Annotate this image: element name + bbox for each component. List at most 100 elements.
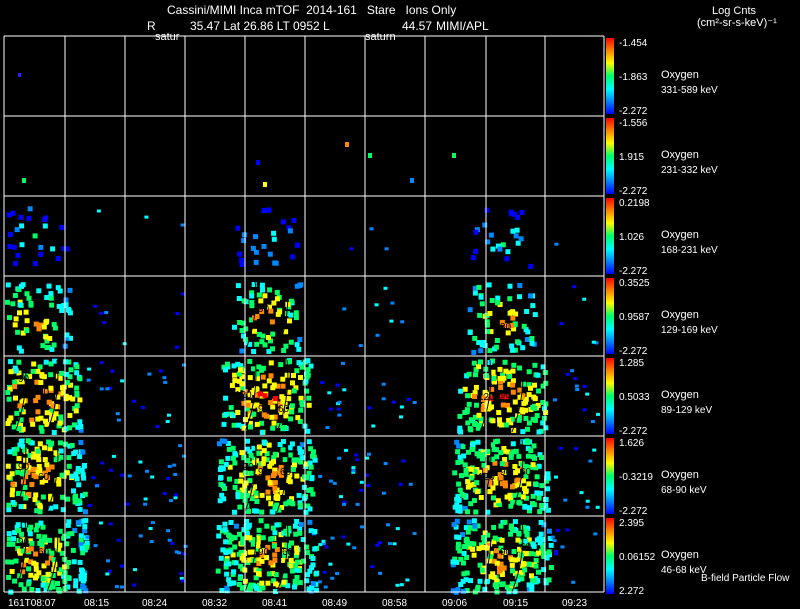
heatmap-cell: [531, 578, 537, 584]
heatmap-cell: [271, 420, 277, 426]
heatmap-cell: [32, 233, 38, 239]
heatmap-cell: [18, 504, 24, 510]
heatmap-cell: [480, 456, 485, 462]
heatmap-cell: [55, 285, 61, 291]
heatmap-cell: [521, 381, 527, 387]
heatmap-cell: [172, 463, 177, 467]
heatmap-cell: [277, 309, 283, 315]
heatmap-cell: [469, 541, 474, 547]
heatmap-cell: [232, 378, 238, 384]
heatmap-cell: [478, 348, 484, 354]
heatmap-cell: [271, 543, 277, 549]
heatmap-cell: [159, 369, 163, 373]
heatmap-cell: [222, 486, 227, 491]
heatmap-cell: [47, 537, 53, 543]
heatmap-cell: [238, 478, 244, 484]
colorbar-tick-label: -2.272: [619, 426, 648, 437]
heatmap-cell: [98, 521, 103, 525]
heatmap-cell: [76, 498, 82, 504]
heatmap-cell: [463, 543, 469, 549]
heatmap-cell: [374, 303, 379, 307]
heatmap-cell: [32, 261, 38, 267]
heatmap-cell: [462, 462, 468, 468]
heatmap-cell: [520, 494, 526, 500]
heatmap-cell: [595, 505, 600, 509]
heatmap-cell: [517, 283, 523, 288]
heatmap-cell: [94, 484, 99, 488]
heatmap-cell: [519, 210, 525, 215]
heatmap-cell: [59, 550, 65, 556]
heatmap-cell: [478, 294, 484, 300]
heatmap-cell: [474, 489, 480, 495]
heatmap-cell: [301, 484, 307, 490]
colorbar-tick-label: 0.3525: [619, 278, 650, 289]
heatmap-cell: [370, 565, 375, 569]
heatmap-cell: [543, 425, 549, 431]
heatmap-cell: [34, 573, 40, 579]
heatmap-cell: [16, 359, 22, 365]
x-tick-label: 09:06: [442, 598, 467, 609]
heatmap-cell: [16, 345, 22, 351]
heatmap-cell: [508, 209, 514, 215]
heatmap-cell: [282, 457, 288, 463]
heatmap-cell: [288, 339, 294, 345]
heatmap-cell: [506, 407, 512, 413]
heatmap-cell: [273, 581, 279, 587]
heatmap-cell: [238, 367, 243, 373]
heatmap-cell: [463, 577, 469, 583]
colorbar-tick-label: -2.272: [619, 506, 648, 517]
heatmap-cell: [515, 240, 521, 246]
heatmap-cell: [100, 461, 105, 465]
heatmap-cell: [284, 372, 290, 378]
heatmap-cell: [219, 492, 225, 498]
heatmap-cell: [14, 227, 20, 233]
heatmap-cell: [461, 551, 467, 556]
heatmap-cell: [232, 484, 238, 490]
colorbar-tick-label: 0.2198: [619, 198, 650, 209]
heatmap-cell: [93, 544, 98, 548]
heatmap-cell: [498, 450, 504, 456]
heatmap-cell: [33, 527, 39, 533]
heatmap-cell: [243, 480, 249, 486]
panel-energy-label: 231-332 keV: [661, 165, 718, 176]
heatmap-cell: [305, 367, 311, 373]
heatmap-cell: [248, 424, 253, 430]
colorbar-tick-label: 1.285: [619, 358, 644, 369]
heatmap-cell: [306, 586, 312, 592]
heatmap-cell: [80, 449, 86, 455]
heatmap-cell: [537, 509, 543, 515]
heatmap-cell: [351, 469, 356, 473]
heatmap-cell: [536, 536, 542, 542]
heatmap-cell: [378, 541, 382, 545]
heatmap-cell: [270, 385, 276, 391]
heatmap-cell: [473, 372, 478, 378]
contour-label: 60: [280, 467, 292, 478]
heatmap-cell: [259, 509, 265, 515]
heatmap-cell: [19, 223, 25, 229]
heatmap-cell: [145, 469, 149, 473]
heatmap-cell: [546, 528, 552, 534]
heatmap-cell: [412, 401, 417, 404]
heatmap-cell: [167, 538, 172, 542]
heatmap-cell: [479, 567, 485, 573]
contour-label: 90: [258, 304, 270, 315]
heatmap-cell: [513, 233, 519, 239]
heatmap-cell: [105, 572, 110, 576]
heatmap-cell: [5, 463, 11, 469]
heatmap-cell: [46, 439, 52, 445]
heatmap-cell: [473, 229, 479, 235]
heatmap-cell: [262, 393, 268, 399]
flow-label: B-field Particle Flow: [701, 573, 790, 584]
heatmap-cell: [48, 372, 54, 378]
heatmap-cell: [559, 322, 564, 326]
heatmap-cell: [579, 491, 584, 495]
heatmap-cell: [167, 464, 172, 468]
heatmap-cell: [366, 484, 371, 487]
heatmap-cell: [249, 293, 255, 299]
heatmap-cell: [490, 246, 496, 252]
heatmap-cell: [120, 564, 124, 568]
heatmap-cell: [574, 384, 579, 388]
heatmap-cell: [227, 476, 232, 482]
heatmap-cell: [570, 369, 575, 373]
heatmap-cell: [508, 503, 514, 509]
